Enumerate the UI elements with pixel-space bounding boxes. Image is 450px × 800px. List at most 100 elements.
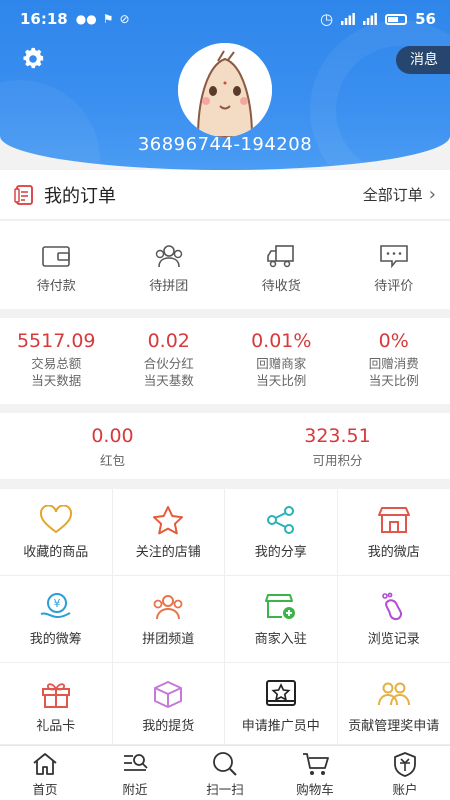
stat-value: 0.01% xyxy=(251,330,312,352)
my-orders-bar: 我的订单 全部订单 › xyxy=(0,170,450,220)
status-right: ◷ 56 xyxy=(320,10,436,28)
user-id: 36896744-194208 xyxy=(137,134,313,155)
tab-account[interactable]: 账户 xyxy=(360,746,450,800)
grid-item-label: 我的分享 xyxy=(254,545,307,560)
grid-item-my-crowdfunding[interactable]: ¥ 我的微筹 xyxy=(0,576,113,663)
grid-item-merchant-join[interactable]: 商家入驻 xyxy=(225,576,338,663)
stat-value: 0% xyxy=(378,330,409,352)
bottom-tab-bar: 首页 附近 扫一扫 购物车 账户 xyxy=(0,745,450,800)
share-icon xyxy=(266,506,294,534)
truck-icon xyxy=(267,245,295,268)
tab-label: 附近 xyxy=(122,782,148,797)
order-status-pending-group[interactable]: 待拼团 xyxy=(113,221,226,309)
grid-item-followed-shops[interactable]: 关注的店铺 xyxy=(112,489,225,576)
my-orders-title: 我的订单 xyxy=(44,185,116,207)
stat-total-trade[interactable]: 5517.09 交易总额 当天数据 xyxy=(0,318,113,404)
signal-icon-2 xyxy=(363,13,378,25)
order-status-pending-payment[interactable]: 待付款 xyxy=(0,221,113,309)
tab-scan[interactable]: 扫一扫 xyxy=(180,746,270,800)
stat-consumer-rebate[interactable]: 0% 回赠消费 当天比例 xyxy=(338,318,450,404)
stat-label: 回赠商家 xyxy=(256,356,307,371)
nearby-icon xyxy=(124,754,148,771)
grid-item-browse-history[interactable]: 浏览记录 xyxy=(337,576,450,663)
heart-icon xyxy=(39,505,72,534)
grid-item-label: 我的微店 xyxy=(367,545,420,560)
blocked-icon: ⊘ xyxy=(119,12,130,26)
tab-label: 扫一扫 xyxy=(206,782,244,797)
grid-item-label: 我的提货 xyxy=(142,719,195,734)
notification-icons: ●● ⚑ ⊘ xyxy=(76,12,130,26)
grid-item-gift-card[interactable]: 礼品卡 xyxy=(0,663,113,745)
order-status-pending-delivery[interactable]: 待收货 xyxy=(225,221,338,309)
message-button[interactable]: 消息 xyxy=(396,46,450,74)
battery-icon xyxy=(385,13,408,25)
tab-cart[interactable]: 购物车 xyxy=(270,746,360,800)
team-icon xyxy=(377,682,410,706)
group-icon xyxy=(155,245,182,268)
order-doc-icon xyxy=(14,184,33,205)
order-status-label: 待评价 xyxy=(374,279,414,294)
stat-value: 0.02 xyxy=(147,330,190,352)
grid-item-label: 申请推广员中 xyxy=(241,719,320,734)
grid-item-label: 商家入驻 xyxy=(254,632,307,647)
badge-star-icon xyxy=(265,680,296,706)
home-icon xyxy=(33,753,57,775)
grid-item-my-pickup[interactable]: 我的提货 xyxy=(112,663,225,745)
grid-item-favorites[interactable]: 收藏的商品 xyxy=(0,489,113,576)
wallet-red-packet[interactable]: 0.00 红包 xyxy=(0,413,225,479)
wallet-value: 0.00 xyxy=(91,425,134,447)
store-plus-icon xyxy=(264,594,295,619)
scan-icon xyxy=(213,752,237,776)
grid-item-label: 收藏的商品 xyxy=(23,545,89,560)
wallet-row: 0.00 红包 323.51 可用积分 xyxy=(0,413,450,479)
grid-item-my-microshop[interactable]: 我的微店 xyxy=(337,489,450,576)
all-orders-label: 全部订单 xyxy=(362,186,423,204)
star-icon xyxy=(153,506,184,535)
cart-icon xyxy=(303,753,329,775)
tab-home[interactable]: 首页 xyxy=(0,746,90,800)
comment-icon xyxy=(379,245,408,269)
grid-item-group-channel[interactable]: 拼团频道 xyxy=(112,576,225,663)
avatar-image xyxy=(178,43,272,137)
grid-item-label: 礼品卡 xyxy=(36,719,76,734)
grid-item-contribution-award[interactable]: 贡献管理奖申请 xyxy=(337,663,450,745)
avatar[interactable] xyxy=(178,43,272,137)
tab-nearby[interactable]: 附近 xyxy=(90,746,180,800)
grid-item-label: 浏览记录 xyxy=(367,632,420,647)
stat-sublabel: 当天比例 xyxy=(368,373,419,388)
wallet-label: 可用积分 xyxy=(312,453,363,468)
feature-grid: 收藏的商品 关注的店铺 我的分享 我的微店 ¥ 我的微筹 拼团频道 商家入驻 浏… xyxy=(0,489,450,745)
account-icon xyxy=(394,752,416,777)
stat-merchant-rebate[interactable]: 0.01% 回赠商家 当天比例 xyxy=(225,318,338,404)
grid-item-label: 拼团频道 xyxy=(142,632,195,647)
stats-row: 5517.09 交易总额 当天数据 0.02 合伙分红 当天基数 0.01% 回… xyxy=(0,318,450,404)
stat-label: 交易总额 xyxy=(31,356,82,371)
battery-level: 56 xyxy=(415,10,436,28)
footprint-icon xyxy=(381,592,402,621)
profile-header: 16:18 ●● ⚑ ⊘ ◷ 56 消息 36896744-194208 xyxy=(0,0,450,170)
grid-item-my-share[interactable]: 我的分享 xyxy=(225,489,338,576)
order-status-pending-review[interactable]: 待评价 xyxy=(338,221,450,309)
tab-label: 首页 xyxy=(32,782,58,797)
group-icon xyxy=(153,595,183,620)
header-decoration xyxy=(0,80,100,170)
signal-icon xyxy=(341,13,356,25)
stat-label: 回赠消费 xyxy=(368,356,419,371)
grid-item-label: 贡献管理奖申请 xyxy=(348,719,440,734)
grid-item-label: 关注的店铺 xyxy=(135,545,201,560)
order-status-label: 待付款 xyxy=(36,279,76,294)
chevron-right-icon: › xyxy=(428,184,436,205)
tab-label: 购物车 xyxy=(296,782,334,797)
stat-sublabel: 当天数据 xyxy=(31,373,82,388)
stat-partner-dividend[interactable]: 0.02 合伙分红 当天基数 xyxy=(113,318,226,404)
grid-item-apply-promoter[interactable]: 申请推广员中 xyxy=(225,663,338,745)
status-bar: 16:18 ●● ⚑ ⊘ ◷ 56 xyxy=(0,0,450,38)
chat-icon: ●● xyxy=(75,12,97,26)
wallet-points[interactable]: 323.51 可用积分 xyxy=(225,413,450,479)
wallet-label: 红包 xyxy=(99,453,125,468)
gift-icon xyxy=(41,683,70,708)
settings-gear-icon[interactable] xyxy=(20,46,46,72)
order-status-label: 待拼团 xyxy=(149,279,189,294)
stat-label: 合伙分红 xyxy=(143,356,194,371)
all-orders-link[interactable]: 全部订单 › xyxy=(363,184,436,205)
